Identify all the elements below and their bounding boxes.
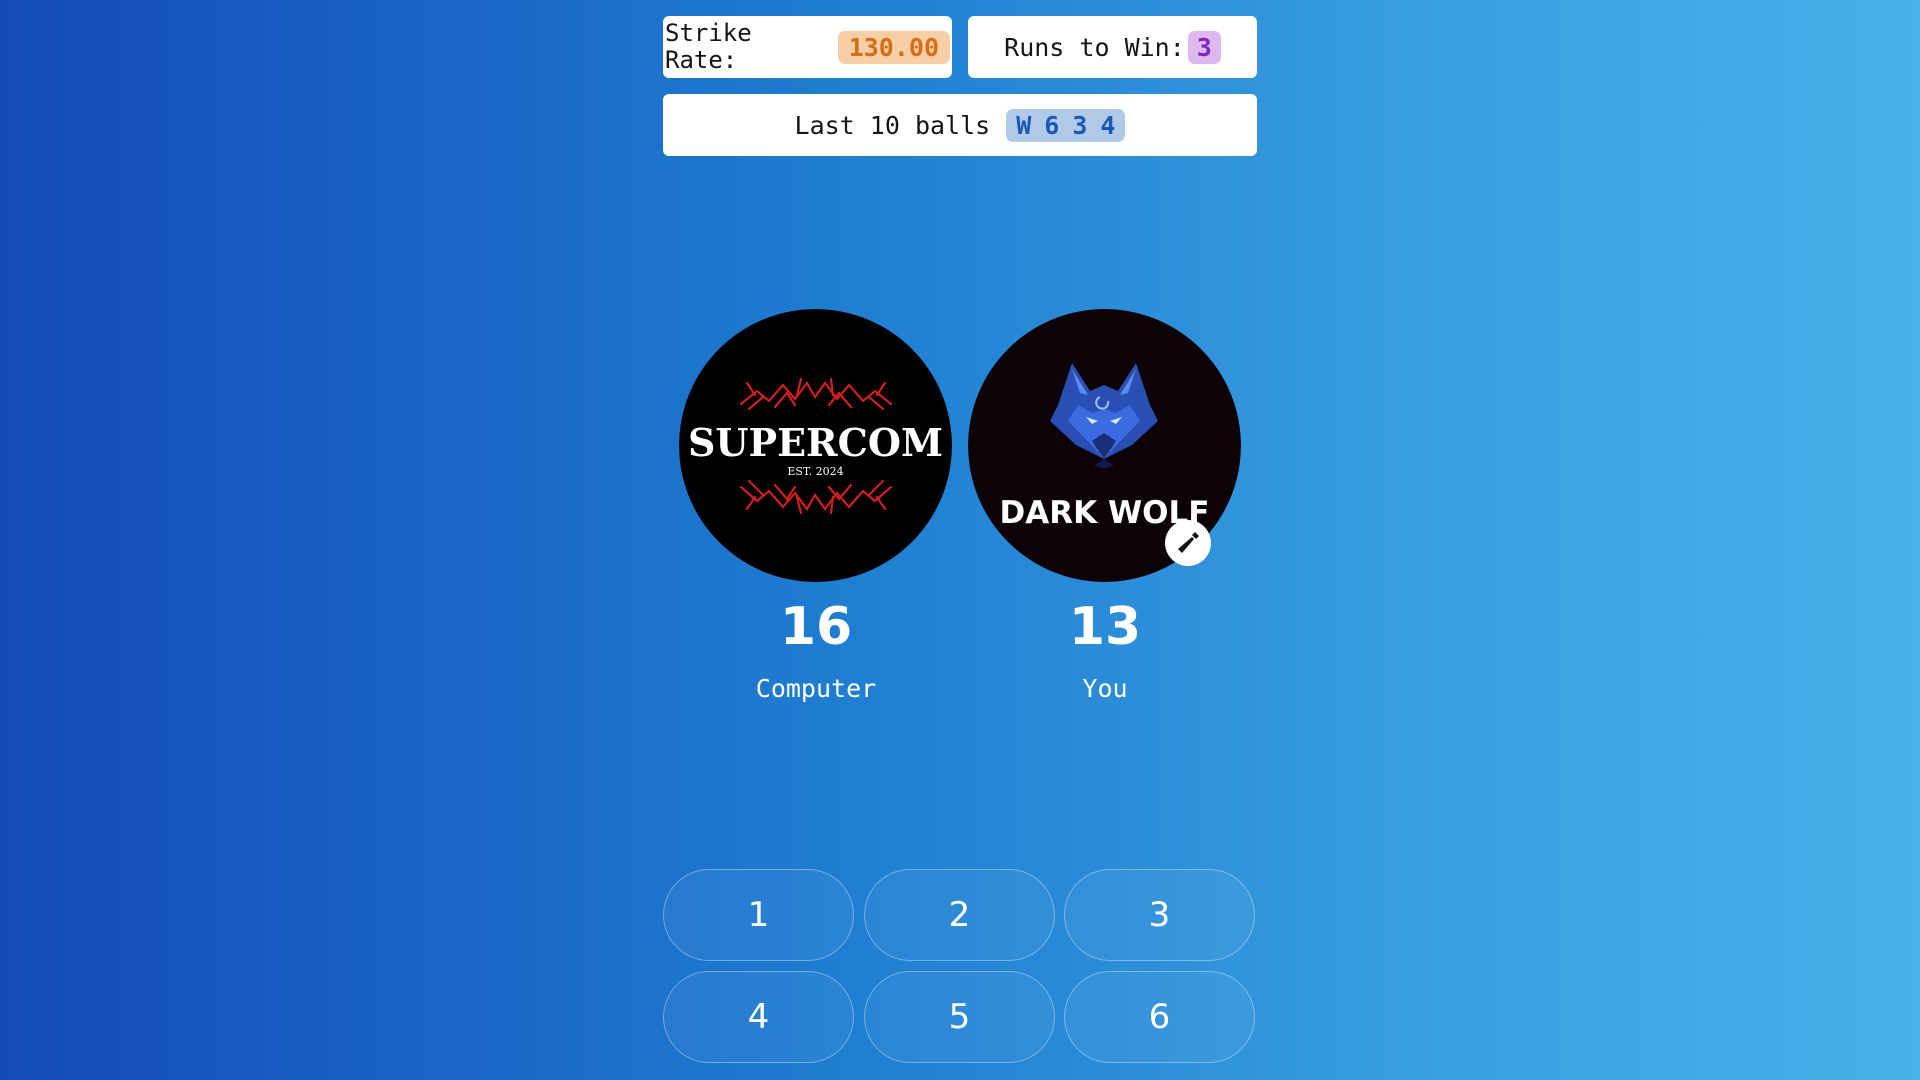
cricket-bat-icon [1165, 520, 1211, 566]
supercom-logo-subtext: EST. 2024 [787, 465, 843, 478]
run-5-button[interactable]: 5 [864, 971, 1055, 1063]
strike-rate-value: 130.00 [837, 30, 950, 64]
run-4-button[interactable]: 4 [663, 971, 854, 1063]
last-balls-card: Last 10 balls W 6 3 4 [663, 94, 1257, 156]
ball-result: 4 [1100, 110, 1116, 140]
supercom-logo-graphic: SUPERCOM EST. 2024 [679, 309, 952, 582]
runs-to-win-label: Runs to Win: [1004, 32, 1185, 62]
player-team: DARK WOLF 13 You [968, 309, 1242, 703]
player-name: You [1082, 674, 1128, 703]
runs-to-win-card: Runs to Win: 3 [968, 16, 1257, 78]
strike-rate-label: Strike Rate: [665, 19, 752, 74]
supercom-logo: SUPERCOM EST. 2024 [679, 309, 952, 582]
strike-rate-card: Strike Rate: 130.00 [663, 16, 952, 78]
dark-wolf-logo: DARK WOLF [968, 309, 1241, 582]
computer-team: SUPERCOM EST. 2024 16 Computer [679, 309, 953, 703]
computer-name: Computer [755, 674, 877, 703]
last-balls-list: W 6 3 4 [1006, 108, 1126, 142]
runs-to-win-value: 3 [1187, 30, 1221, 64]
last-balls-label: Last 10 balls [794, 110, 991, 140]
ball-result: 6 [1044, 110, 1060, 140]
supercom-logo-text: SUPERCOM [688, 420, 943, 465]
ball-result: 3 [1072, 110, 1088, 140]
ball-result: W [1016, 110, 1032, 140]
computer-score: 16 [779, 597, 853, 657]
run-2-button[interactable]: 2 [864, 869, 1055, 961]
run-6-button[interactable]: 6 [1064, 971, 1255, 1063]
player-score: 13 [1068, 597, 1142, 657]
run-3-button[interactable]: 3 [1064, 869, 1255, 961]
run-1-button[interactable]: 1 [663, 869, 854, 961]
